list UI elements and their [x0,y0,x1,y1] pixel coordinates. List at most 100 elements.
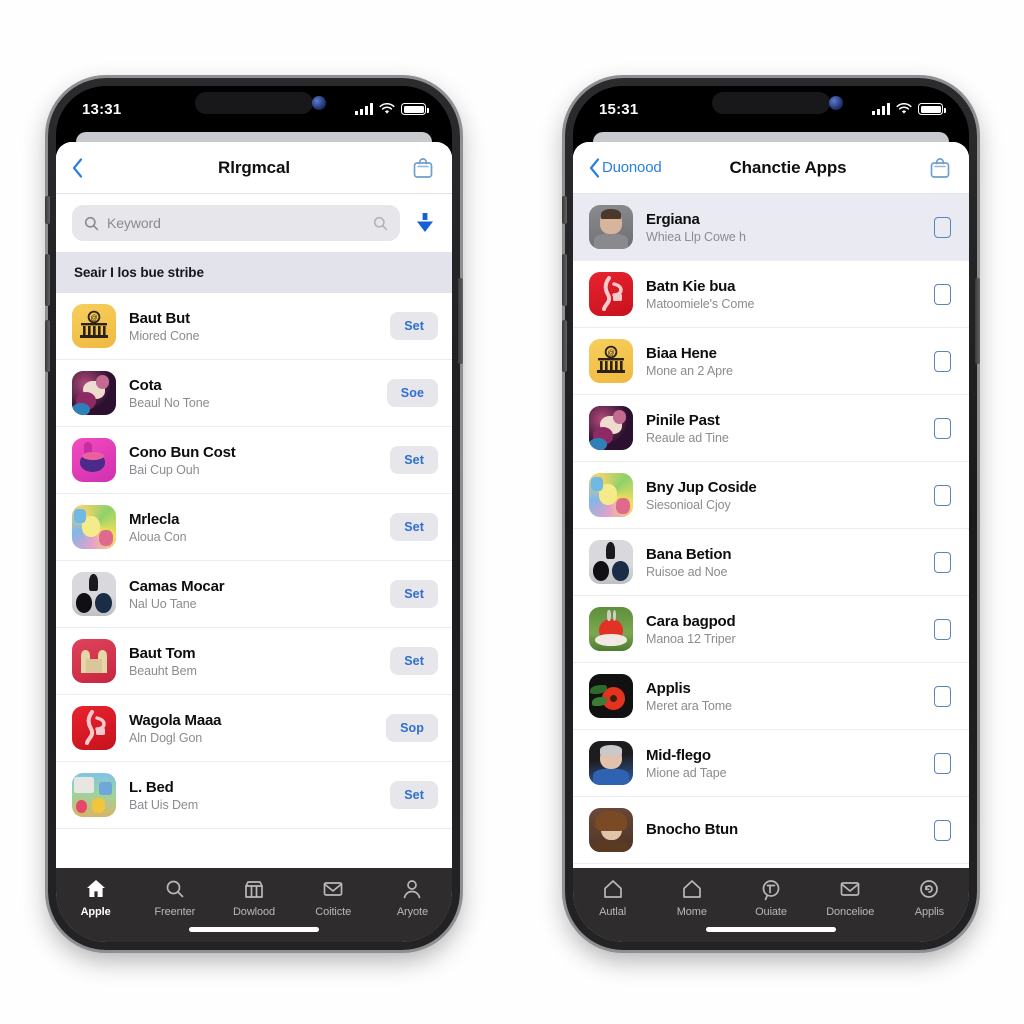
set-button[interactable]: Set [390,580,438,608]
back-button[interactable] [72,157,85,178]
select-checkbox[interactable] [934,685,951,707]
list-item[interactable]: Batn Kie bua Matoomiele's Come [573,261,969,328]
tab-ouiate[interactable]: Ouiate [731,876,810,918]
tab-coiticte[interactable]: Coiticte [294,876,373,918]
app-title: Baut Tom [129,644,196,662]
mute-switch[interactable] [45,196,50,224]
shop-bag-button[interactable] [410,155,436,181]
list-item[interactable]: @ Biaa Hene Mone an 2 Apre [573,328,969,395]
mute-switch-right[interactable] [562,196,567,224]
set-button[interactable]: Set [390,312,438,340]
volume-down-button-right[interactable] [562,320,567,372]
list-item[interactable]: Applis Meret ara Tome [573,663,969,730]
front-camera-icon-right [829,96,843,110]
app-title: Applis [646,679,691,697]
set-button[interactable]: Set [390,647,438,675]
volume-up-button[interactable] [45,254,50,306]
card-stack-peek-right [593,132,949,142]
row-text: Cara bagpod Manoa 12 Triper [633,613,934,646]
select-checkbox[interactable] [934,484,951,506]
right-phone-device: 15:31 Duonood Chanctie Apps Ergiana Whie… [562,78,980,950]
tab-label: Mome [676,906,707,918]
tab-doncelioe[interactable]: Doncelioe [811,876,890,918]
search-input[interactable]: Keyword [72,205,400,241]
table-row[interactable]: Cono Bun Cost Bai Cup Ouh Set [56,427,452,494]
app-subtitle: Bai Cup Ouh [129,462,200,477]
power-button[interactable] [458,278,463,364]
list-item[interactable]: Mid-flego Mione ad Tape [573,730,969,797]
select-checkbox[interactable] [934,350,951,372]
table-row[interactable]: Baut Tom Beauht Bem Set [56,628,452,695]
table-row[interactable]: Mrlecla Aloua Con Set [56,494,452,561]
tab-applis[interactable]: Applis [890,876,969,918]
set-button[interactable]: Set [390,513,438,541]
tab-label: Applis [914,906,945,918]
select-checkbox[interactable] [934,417,951,439]
battery-icon-right [918,103,946,115]
table-row[interactable]: @ Baut But Miored Cone Set [56,293,452,360]
tab-apple[interactable]: Apple [56,876,135,918]
set-button[interactable]: Set [390,781,438,809]
bank-app-icon: @ [589,339,633,383]
set-button[interactable]: Sop [386,714,438,742]
tab-aryote[interactable]: Aryote [373,876,452,918]
row-text: Mrlecla Aloua Con [116,511,390,544]
row-text: L. Bed Bat Uis Dem [116,779,390,812]
search-submit-icon[interactable] [373,216,388,231]
table-row[interactable]: Cota Beaul No Tone Soe [56,360,452,427]
tab-mome[interactable]: Mome [652,876,731,918]
app-title: Pinile Past [646,411,720,429]
left-app-list[interactable]: @ Baut But Miored Cone Set Cota Beaul No Tone… [56,293,452,868]
screenshot-canvas: 13:31 Rlrgmcal Keyword Seair I los bue s… [0,0,1024,1024]
table-row[interactable]: L. Bed Bat Uis Dem Set [56,762,452,829]
right-tab-bar[interactable]: Autlal Mome Ouiate Doncelioe Applis [573,868,969,942]
tab-freenter[interactable]: Freenter [135,876,214,918]
row-text: Baut Tom Beauht Bem [116,645,390,678]
set-button[interactable]: Soe [386,379,438,407]
table-row[interactable]: Camas Mocar Nal Uo Tane Set [56,561,452,628]
tab-dowlood[interactable]: Dowlood [214,876,293,918]
volume-up-button-right[interactable] [562,254,567,306]
list-item[interactable]: Ergiana Whiea Llp Cowe h [573,194,969,261]
row-text: Biaa Hene Mone an 2 Apre [633,345,934,378]
person-photo-icon [589,741,633,785]
back-button-right[interactable]: Duonood [589,157,662,178]
status-time-right: 15:31 [599,100,639,118]
volume-down-button[interactable] [45,320,50,372]
download-button[interactable] [412,208,438,238]
table-row[interactable]: Wagola Maaa Aln Dogl Gon Sop [56,695,452,762]
select-checkbox[interactable] [934,283,951,305]
list-item[interactable]: Cara bagpod Manoa 12 Triper [573,596,969,663]
app-title: Cono Bun Cost [129,443,236,461]
left-tab-bar[interactable]: Apple Freenter Dowlood Coiticte Aryote [56,868,452,942]
select-checkbox[interactable] [934,819,951,841]
select-checkbox[interactable] [934,551,951,573]
app-subtitle: Matoomiele's Come [646,296,755,311]
list-item[interactable]: Pinile Past Reaule ad Tine [573,395,969,462]
svg-text:@: @ [90,315,97,322]
list-item[interactable]: Bnocho Btun [573,797,969,864]
wifi-icon-right [896,103,912,114]
search-placeholder: Keyword [107,215,161,231]
select-checkbox[interactable] [934,618,951,640]
select-checkbox[interactable] [934,752,951,774]
status-indicators-right [872,103,946,115]
list-item[interactable]: Bana Betion Ruisoe ad Noe [573,529,969,596]
power-button-right[interactable] [975,278,980,364]
download-arrow-icon [417,213,433,232]
status-bar: 13:31 [56,86,452,132]
right-app-list[interactable]: Ergiana Whiea Llp Cowe h Batn Kie bua Matoo… [573,194,969,868]
select-checkbox[interactable] [934,216,951,238]
apple-photo-icon [589,607,633,651]
person-icon [400,876,424,902]
row-text: Camas Mocar Nal Uo Tane [116,578,390,611]
app-title: Cara bagpod [646,612,736,630]
left-nav-bar: Rlrgmcal [56,142,452,194]
shop-bag-button-right[interactable] [927,155,953,181]
right-phone-screen: 15:31 Duonood Chanctie Apps Ergiana Whie… [573,86,969,942]
tab-autlal[interactable]: Autlal [573,876,652,918]
section-header: Seair I los bue stribe [56,252,452,293]
list-item[interactable]: Bny Jup Coside Siesonioal Cjoy [573,462,969,529]
set-button[interactable]: Set [390,446,438,474]
envelope-icon [838,876,862,902]
